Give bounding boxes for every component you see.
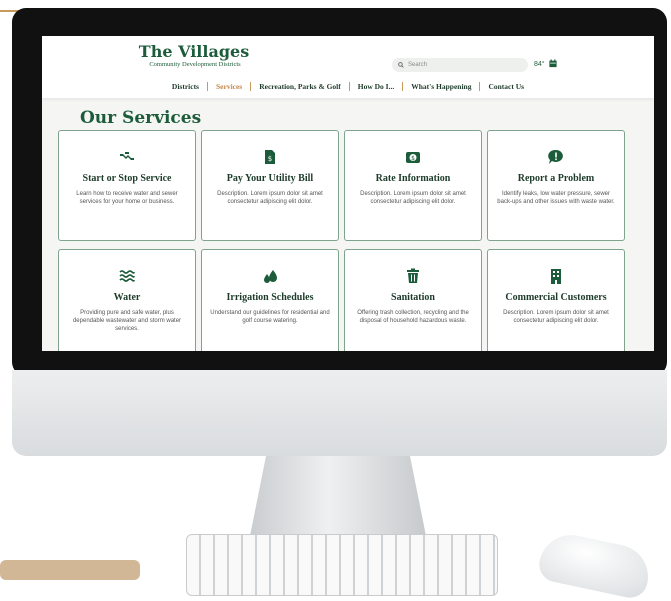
card-title: Water <box>113 292 141 303</box>
monitor-stand <box>248 456 428 546</box>
service-card-rate-info[interactable]: $ Rate Information Description. Lorem ip… <box>344 130 482 241</box>
service-card-report-problem[interactable]: Report a Problem Identify leaks, low wat… <box>487 130 625 241</box>
droplets-icon <box>264 270 277 283</box>
card-description: Providing pure and safe water, plus depe… <box>72 310 182 332</box>
building-icon <box>551 269 561 284</box>
main-nav: Districts Services Recreation, Parks & G… <box>42 82 654 91</box>
nav-whats-happening[interactable]: What's Happening <box>402 82 479 91</box>
bill-icon: $ <box>265 150 275 164</box>
card-title: Sanitation <box>391 292 435 303</box>
nav-contact-us[interactable]: Contact Us <box>479 82 532 91</box>
card-title: Report a Problem <box>517 173 595 184</box>
nav-how-do-i[interactable]: How Do I... <box>348 82 402 91</box>
nav-districts[interactable]: Districts <box>164 82 207 91</box>
card-title: Commercial Customers <box>505 292 607 303</box>
page-title: Our Services <box>80 108 202 128</box>
card-description: Understand our guidelines for residentia… <box>210 310 330 324</box>
search-input[interactable]: Search <box>392 58 528 72</box>
corner-logo <box>0 560 140 580</box>
service-card-commercial[interactable]: Commercial Customers Description. Lorem … <box>487 249 625 351</box>
keyboard <box>186 534 498 596</box>
svg-text:$: $ <box>268 155 272 163</box>
card-description: Identify leaks, low water pressure, sewe… <box>497 191 615 205</box>
mouse <box>536 529 654 601</box>
search-placeholder: Search <box>408 62 428 68</box>
service-card-water[interactable]: Water Providing pure and safe water, plu… <box>58 249 196 351</box>
card-title: Pay Your Utility Bill <box>226 173 314 184</box>
trash-can-icon <box>407 268 419 283</box>
card-title: Start or Stop Service <box>82 173 172 184</box>
service-card-sanitation[interactable]: Sanitation Offering trash collection, re… <box>344 249 482 351</box>
card-description: Description. Lorem ipsum dolor sit amet … <box>503 310 609 324</box>
alert-bubble-icon <box>548 149 563 164</box>
card-description: Offering trash collection, recycling and… <box>357 310 469 324</box>
monitor-screen: The Villages Community Development Distr… <box>42 36 654 351</box>
card-description: Description. Lorem ipsum dolor sit amet … <box>217 191 323 205</box>
nav-services[interactable]: Services <box>206 82 250 91</box>
service-card-pay-bill[interactable]: $ Pay Your Utility Bill Description. Lor… <box>201 130 339 241</box>
service-card-irrigation[interactable]: Irrigation Schedules Understand our guid… <box>201 249 339 351</box>
calendar-icon[interactable] <box>549 59 557 68</box>
card-title: Rate Information <box>375 173 451 184</box>
services-grid: Start or Stop Service Learn how to recei… <box>58 130 644 351</box>
water-waves-icon <box>119 270 135 282</box>
handshake-icon <box>120 152 134 160</box>
service-card-start-stop[interactable]: Start or Stop Service Learn how to recei… <box>58 130 196 241</box>
money-icon: $ <box>406 152 420 163</box>
card-title: Irrigation Schedules <box>226 292 314 303</box>
site-logo-subtitle: Community Development Districts <box>149 61 241 68</box>
site-logo[interactable]: The Villages <box>126 42 262 61</box>
site-header: The Villages Community Development Distr… <box>42 36 654 98</box>
nav-recreation[interactable]: Recreation, Parks & Golf <box>250 82 349 91</box>
temperature-readout: 84° <box>534 61 545 68</box>
monitor-chin <box>12 370 667 456</box>
svg-text:$: $ <box>411 155 415 162</box>
search-icon <box>398 62 404 68</box>
card-description: Learn how to receive water and sewer ser… <box>76 191 178 205</box>
card-description: Description. Lorem ipsum dolor sit amet … <box>360 191 466 205</box>
